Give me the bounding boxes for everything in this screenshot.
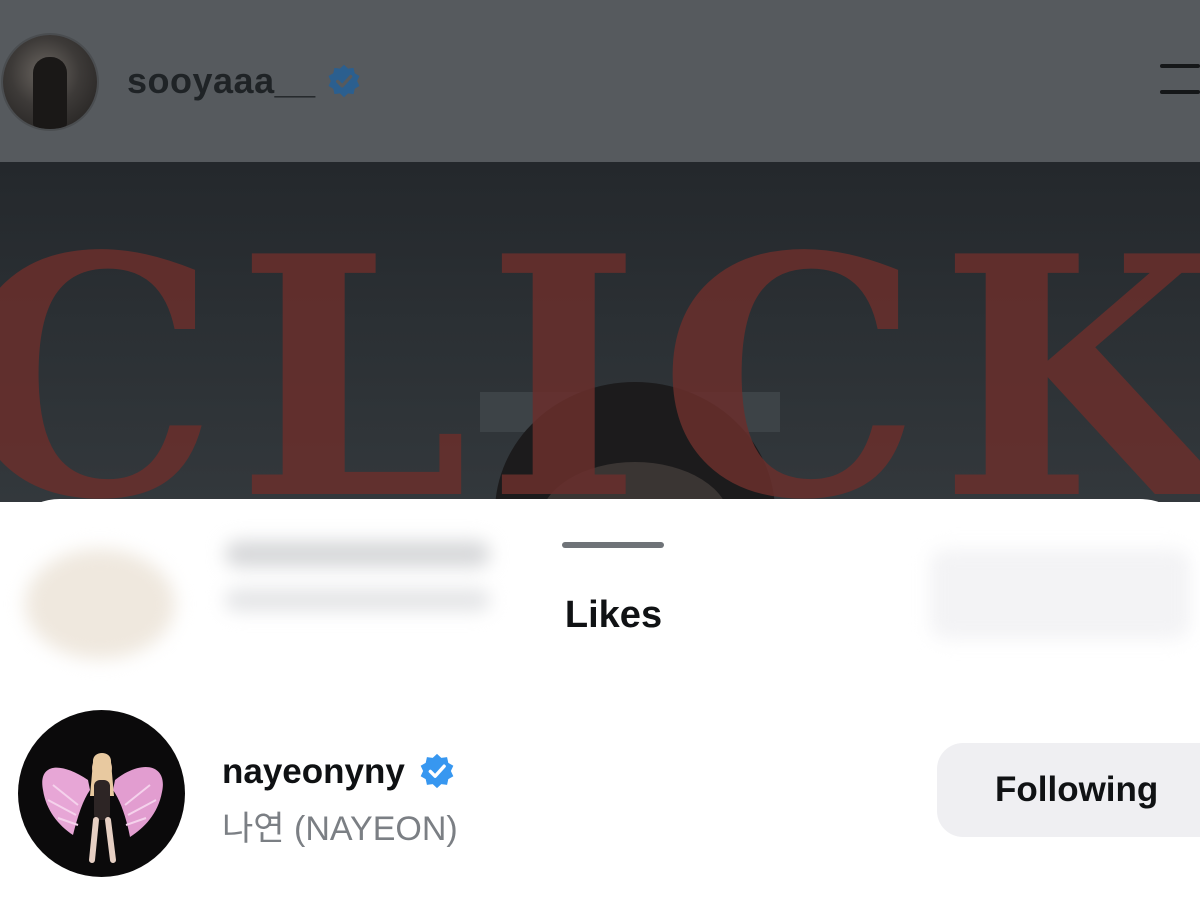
post-image: CLICK bbox=[0, 162, 1200, 502]
like-full-name: 나연 (NAYEON) bbox=[222, 810, 458, 848]
list-item[interactable]: nayeonyny 나연 (NAYEON) Following bbox=[0, 704, 1200, 879]
sheet-title: Likes bbox=[564, 594, 663, 636]
verified-badge-icon bbox=[328, 64, 360, 98]
avatar[interactable] bbox=[18, 710, 185, 877]
post-username[interactable]: sooyaaa__ bbox=[127, 60, 316, 102]
avatar-angel-wings-image bbox=[42, 753, 163, 863]
sheet-drag-handle[interactable] bbox=[562, 542, 664, 548]
post-header: sooyaaa__ bbox=[0, 0, 1200, 162]
avatar[interactable] bbox=[3, 35, 97, 129]
like-username[interactable]: nayeonyny bbox=[222, 752, 405, 792]
blurred-username bbox=[225, 541, 490, 567]
likes-sheet: Likes nayeonyny 나연 (NAYEON) Following bbox=[0, 499, 1200, 905]
post-overlay-text: CLICK bbox=[0, 184, 1200, 502]
avatar-figure bbox=[33, 57, 67, 129]
menu-icon[interactable] bbox=[1160, 64, 1200, 98]
verified-badge-icon bbox=[420, 753, 454, 789]
post-image-art: CLICK bbox=[0, 184, 1200, 502]
following-button[interactable]: Following bbox=[937, 743, 1200, 837]
